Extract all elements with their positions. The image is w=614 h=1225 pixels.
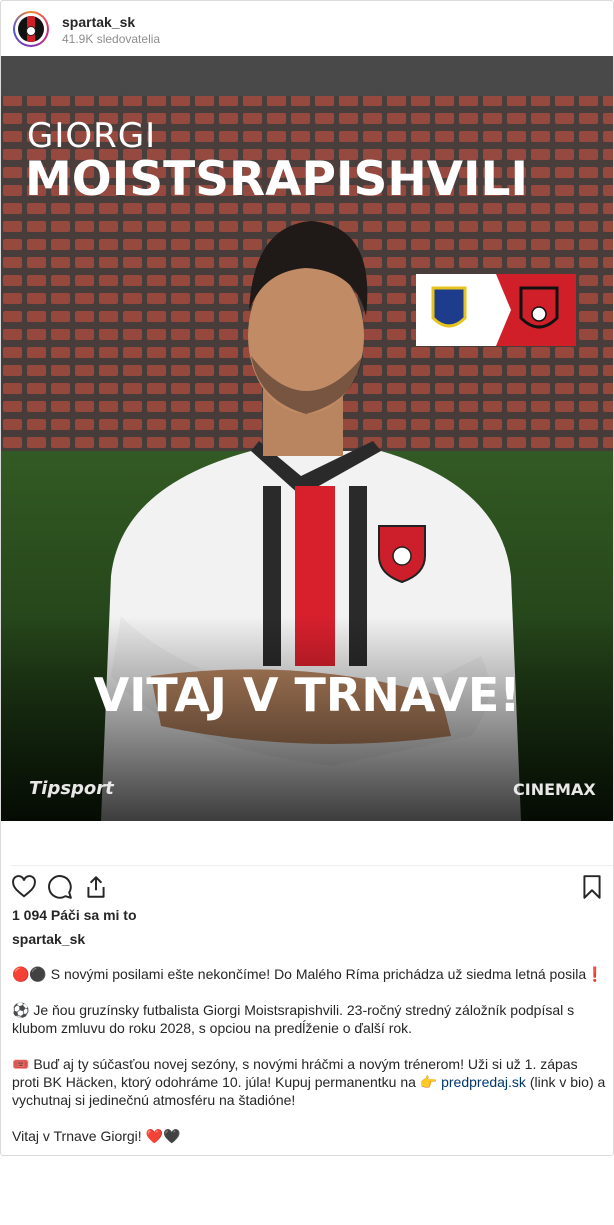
- player-first-name: GIORGI: [27, 116, 157, 156]
- comment-icon[interactable]: [47, 874, 73, 900]
- post-card: spartak_sk 41.9K sledovatelia GIORGI MOI…: [0, 0, 614, 1156]
- sponsor-logo-left: Tipsport: [29, 778, 114, 799]
- caption-username[interactable]: spartak_sk: [12, 931, 85, 947]
- caption-paragraph: Vitaj v Trnave Giorgi! ❤️🖤: [12, 1128, 181, 1144]
- sponsor-logo-right: CINEMAX: [513, 780, 596, 799]
- heart-icon[interactable]: [11, 874, 37, 900]
- caption-paragraph: ⚽ Je ňou gruzínsky futbalista Giorgi Moi…: [12, 1002, 575, 1036]
- avatar[interactable]: [13, 11, 49, 47]
- welcome-headline: VITAJ V TRNAVE!: [93, 668, 521, 722]
- post-header: spartak_sk 41.9K sledovatelia: [1, 1, 613, 56]
- caption: 🔴⚫ S novými posilami ešte nekončíme! Do …: [12, 965, 606, 1155]
- ticket-link[interactable]: predpredaj.sk: [441, 1074, 526, 1090]
- share-icon[interactable]: [83, 874, 109, 900]
- club-logo-icon: [18, 16, 44, 42]
- bookmark-icon[interactable]: [579, 874, 605, 900]
- post-image[interactable]: GIORGI MOISTSRAPISHVILI VITAJ V TRNAVE! …: [1, 56, 613, 821]
- username[interactable]: spartak_sk: [62, 14, 135, 30]
- caption-paragraph: 🎟️ Buď aj ty súčasťou novej sezóny, s no…: [12, 1055, 606, 1109]
- like-count[interactable]: 1 094 Páči sa mi to: [12, 907, 137, 923]
- action-bar: [11, 865, 613, 910]
- follower-count: 41.9K sledovatelia: [62, 32, 161, 46]
- player-last-name: MOISTSRAPISHVILI: [25, 152, 528, 207]
- caption-paragraph: 🔴⚫ S novými posilami ešte nekončíme! Do …: [12, 966, 604, 982]
